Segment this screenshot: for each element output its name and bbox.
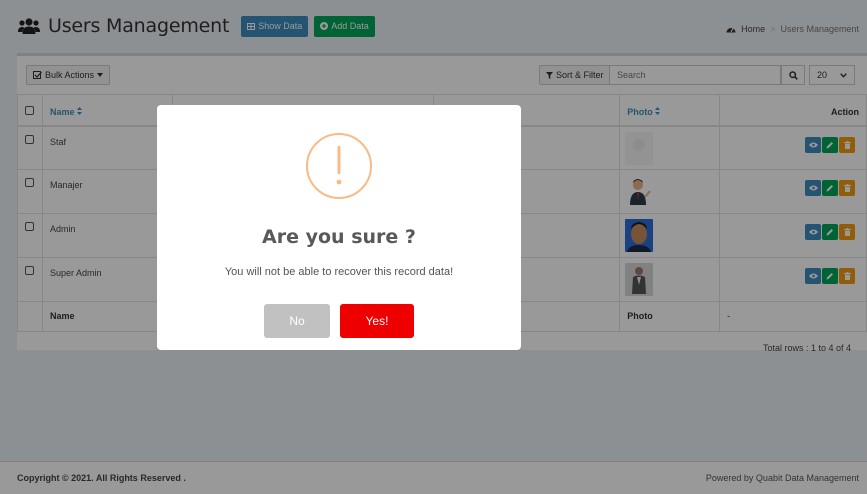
yes-button[interactable]: Yes! [340, 304, 414, 338]
dialog-message: You will not be able to recover this rec… [224, 266, 454, 278]
dialog-title: Are you sure ? [262, 226, 416, 248]
no-button[interactable]: No [264, 304, 330, 338]
warning-icon [306, 133, 372, 199]
confirm-dialog: Are you sure ? You will not be able to r… [157, 105, 521, 350]
